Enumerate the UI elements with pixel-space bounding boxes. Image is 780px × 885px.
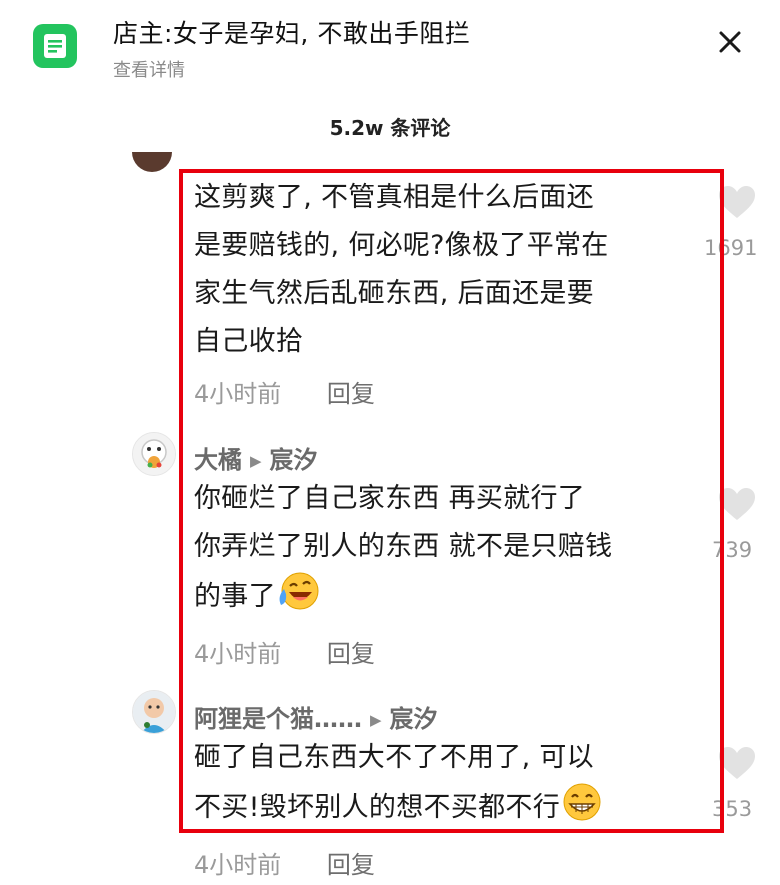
video-info-header[interactable]: 店主:女子是孕妇, 不敢出手阻拦 查看详情	[0, 0, 780, 100]
comment-meta: 4小时前 回复	[194, 634, 375, 669]
comment-line: 自己收拾	[194, 326, 304, 357]
comment-time: 4小时前	[194, 640, 282, 668]
reply-button[interactable]: 回复	[327, 380, 375, 408]
like-count: 739	[712, 538, 753, 562]
comment-meta: 4小时前 回复	[194, 374, 375, 409]
username[interactable]: 大橘	[194, 446, 242, 474]
heart-icon[interactable]	[718, 746, 756, 780]
comment-count: 5.2w 条评论	[329, 116, 451, 140]
heart-icon[interactable]	[718, 487, 756, 521]
grin-emoji-icon	[563, 783, 601, 821]
reply-to-username[interactable]: 宸汐	[270, 446, 318, 474]
laugh-cry-emoji-icon	[279, 572, 319, 610]
like-count: 353	[712, 797, 753, 821]
heart-icon[interactable]	[718, 185, 756, 219]
like-count: 1691	[704, 236, 758, 260]
comment-line: 你弄烂了别人的东西 就不是只赔钱	[194, 531, 613, 562]
comment-time: 4小时前	[194, 851, 282, 879]
comment-line-with-emoji: 不买!毁坏别人的想不买都不行	[194, 782, 604, 832]
close-button[interactable]	[708, 20, 752, 64]
comment-line: 家生气然后乱砸东西, 后面还是要	[194, 278, 594, 309]
comment-meta: 4小时前 回复	[194, 845, 375, 880]
comment-line: 砸了自己东西大不了不用了, 可以	[194, 742, 594, 773]
comment-line-with-emoji: 的事了	[194, 571, 612, 621]
comment-line: 不买!毁坏别人的想不买都不行	[194, 792, 561, 823]
comment-text: 你砸烂了自己家东西 再买就行了 你弄烂了别人的东西 就不是只赔钱 的事了	[194, 475, 612, 621]
comment-author-line: 阿狸是个猫…… ▶ 宸汐	[194, 699, 438, 734]
comment-line: 这剪爽了, 不管真相是什么后面还	[194, 182, 594, 213]
close-icon	[719, 31, 741, 53]
comment-line: 你砸烂了自己家东西 再买就行了	[194, 483, 586, 514]
reply-button[interactable]: 回复	[327, 640, 375, 668]
avatar[interactable]	[132, 690, 176, 734]
comment-author-line: 大橘 ▶ 宸汐	[194, 440, 318, 475]
reply-arrow-icon: ▶	[370, 711, 382, 729]
comment-text: 这剪爽了, 不管真相是什么后面还 是要赔钱的, 何必呢?像极了平常在 家生气然后…	[194, 174, 609, 366]
view-details-link[interactable]: 查看详情	[113, 56, 185, 82]
avatar[interactable]	[132, 152, 172, 172]
reply-arrow-icon: ▶	[250, 452, 262, 470]
comment-text: 砸了自己东西大不了不用了, 可以 不买!毁坏别人的想不买都不行	[194, 734, 604, 832]
video-title[interactable]: 店主:女子是孕妇, 不敢出手阻拦	[113, 14, 470, 50]
reply-to-username[interactable]: 宸汐	[390, 705, 438, 733]
username[interactable]: 阿狸是个猫……	[194, 705, 362, 733]
comment-line: 是要赔钱的, 何必呢?像极了平常在	[194, 230, 609, 261]
comment-time: 4小时前	[194, 380, 282, 408]
comment-line: 的事了	[194, 581, 276, 612]
reply-button[interactable]: 回复	[327, 851, 375, 879]
document-icon	[33, 24, 77, 68]
avatar[interactable]	[132, 432, 176, 476]
